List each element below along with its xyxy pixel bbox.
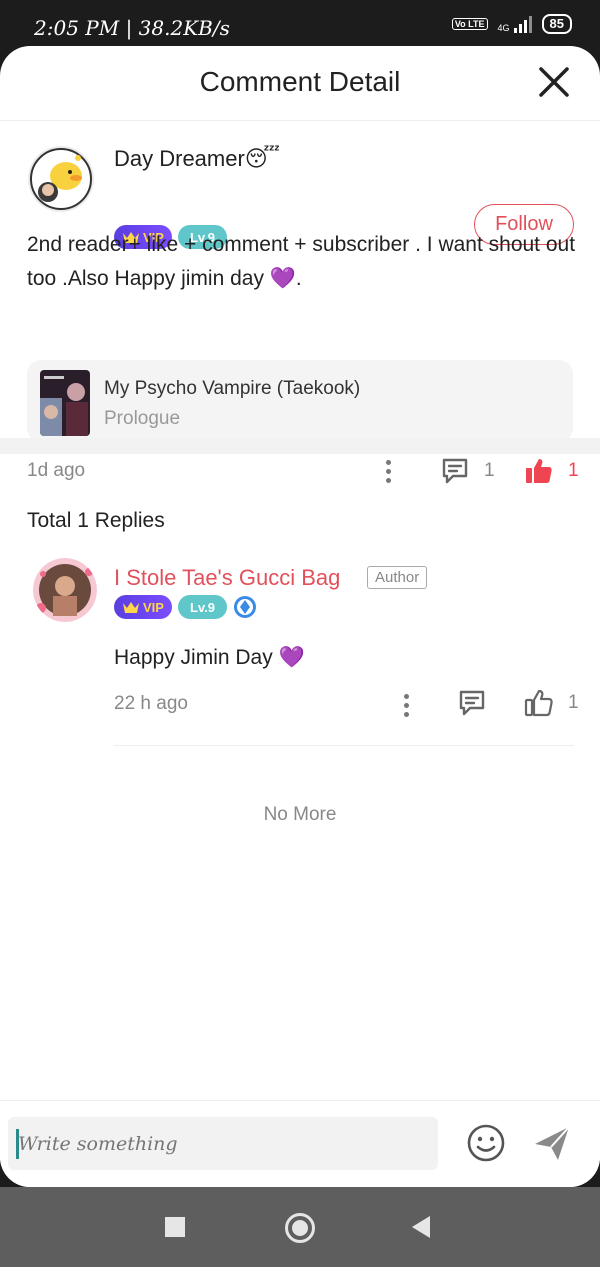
system-nav-bar [0,1187,600,1267]
comment-input[interactable] [8,1117,438,1170]
text-caret [16,1129,19,1159]
reply-divider [114,745,574,746]
more-icon[interactable] [384,460,392,486]
book-title: My Psycho Vampire (Taekook) [104,378,361,399]
reply-author-name[interactable]: I Stole Tae's Gucci Bag [114,565,340,591]
comment-icon [459,690,485,716]
reply-text: Happy Jimin Day 💜 [114,646,305,669]
diamond-badge-icon [234,596,257,618]
reply-badges: VIP Lv.9 [114,595,257,619]
author-tag: Author [367,566,428,589]
reply-button[interactable]: 1 [440,456,495,486]
reply-button[interactable] [457,688,487,718]
send-icon[interactable] [532,1123,572,1163]
comment-time: 1d ago [27,460,86,481]
home-button[interactable] [285,1213,315,1243]
header: Comment Detail [0,46,600,121]
volte-icon: Vo LTE [451,18,488,30]
book-cover [40,370,90,436]
page-title: Comment Detail [199,66,401,97]
network-type: 4G [497,23,510,33]
like-button[interactable]: 1 [524,456,579,486]
status-icons: Vo LTE 4G 85 [442,14,572,34]
end-of-list-text: No More [263,804,337,825]
vip-label: VIP [143,599,164,615]
reply-avatar[interactable] [33,558,97,622]
comment-actions: 1d ago 1 1 [0,454,600,490]
more-icon[interactable] [402,694,410,720]
reply-actions: 22 h ago 1 [0,686,600,722]
comment-input-bar [0,1100,600,1187]
like-count: 1 [568,460,579,481]
recents-button[interactable] [165,1217,185,1237]
crown-icon [123,602,139,613]
comment-detail-sheet: Comment Detail Day Dreamer😴 VIP Lv.9 Fol… [0,46,600,1187]
back-button[interactable] [412,1216,430,1238]
book-chapter: Prologue [104,408,181,429]
status-bar: 2:05 PM | 38.2KB/s Vo LTE 4G 85 [0,0,600,46]
reply-count: 1 [484,460,495,481]
close-icon[interactable] [538,66,570,98]
vip-badge: VIP [114,595,172,619]
comment-icon [442,458,468,484]
signal-icon: 4G [498,15,532,33]
thumbs-up-outline-icon [524,689,553,717]
book-card[interactable]: My Psycho Vampire (Taekook) Prologue [27,360,573,442]
comment-text: 2nd reader+ like + comment + subscriber … [27,233,576,290]
reply-time: 22 h ago [114,693,188,714]
status-time: 2:05 PM | 38.2KB/s [34,16,230,40]
avatar[interactable] [28,146,94,212]
battery-indicator: 85 [541,14,572,34]
thumbs-up-icon [526,459,552,483]
emoji-icon[interactable] [466,1123,506,1163]
level-badge: Lv.9 [177,595,228,619]
comment-author-name[interactable]: Day Dreamer😴 [114,146,280,172]
like-count: 1 [568,692,579,713]
section-divider [0,438,600,454]
like-button[interactable]: 1 [524,688,579,718]
replies-title: Total 1 Replies [27,509,165,532]
